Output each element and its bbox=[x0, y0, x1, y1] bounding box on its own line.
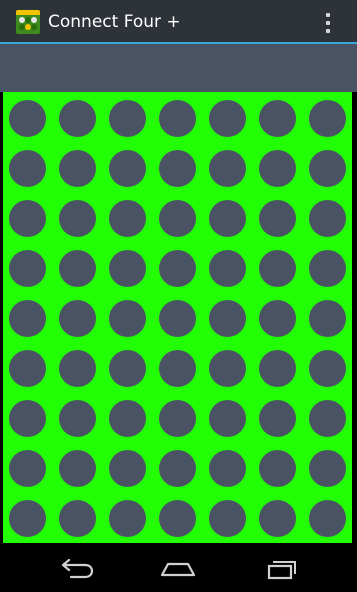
board-slot[interactable] bbox=[109, 100, 146, 137]
board-slot[interactable] bbox=[159, 300, 196, 337]
board-slot[interactable] bbox=[159, 100, 196, 137]
board-slot[interactable] bbox=[159, 350, 196, 387]
board-slot[interactable] bbox=[309, 150, 346, 187]
board-slot[interactable] bbox=[209, 150, 246, 187]
recent-apps-icon[interactable] bbox=[262, 553, 302, 585]
board-slot[interactable] bbox=[259, 400, 296, 437]
board-slot[interactable] bbox=[159, 450, 196, 487]
board-slot[interactable] bbox=[59, 200, 96, 237]
board-slot[interactable] bbox=[9, 350, 46, 387]
board-slot[interactable] bbox=[309, 350, 346, 387]
board-slot[interactable] bbox=[209, 450, 246, 487]
board-slot[interactable] bbox=[109, 150, 146, 187]
board-slot[interactable] bbox=[209, 500, 246, 537]
connect-four-app-icon bbox=[16, 10, 40, 34]
board-slot[interactable] bbox=[109, 250, 146, 287]
board-slot[interactable] bbox=[159, 500, 196, 537]
board-slot[interactable] bbox=[159, 250, 196, 287]
board-slot[interactable] bbox=[309, 250, 346, 287]
phone-screen: Connect Four + bbox=[0, 0, 357, 592]
board-slot[interactable] bbox=[159, 200, 196, 237]
board-slot[interactable] bbox=[9, 400, 46, 437]
overflow-menu-icon[interactable] bbox=[318, 10, 338, 36]
board-slot[interactable] bbox=[59, 250, 96, 287]
board-slot[interactable] bbox=[9, 250, 46, 287]
board-slot[interactable] bbox=[109, 400, 146, 437]
board-slot[interactable] bbox=[9, 500, 46, 537]
board-slot[interactable] bbox=[59, 500, 96, 537]
board-slot[interactable] bbox=[309, 100, 346, 137]
board-slot[interactable] bbox=[259, 250, 296, 287]
action-bar: Connect Four + bbox=[0, 0, 357, 44]
board-slot[interactable] bbox=[9, 450, 46, 487]
board-slot[interactable] bbox=[109, 300, 146, 337]
board-slot[interactable] bbox=[59, 150, 96, 187]
board-slot[interactable] bbox=[259, 300, 296, 337]
app-title: Connect Four + bbox=[48, 12, 181, 32]
board-slot[interactable] bbox=[209, 400, 246, 437]
board-slot[interactable] bbox=[159, 400, 196, 437]
board-slot[interactable] bbox=[209, 350, 246, 387]
board-slot[interactable] bbox=[309, 500, 346, 537]
board-slot[interactable] bbox=[9, 200, 46, 237]
toolbar-strip bbox=[0, 44, 357, 92]
board-slot[interactable] bbox=[309, 450, 346, 487]
board-slot[interactable] bbox=[209, 300, 246, 337]
board-slot[interactable] bbox=[9, 150, 46, 187]
board-slot[interactable] bbox=[159, 150, 196, 187]
board-slot[interactable] bbox=[59, 100, 96, 137]
board-slot[interactable] bbox=[259, 500, 296, 537]
board-slot[interactable] bbox=[9, 300, 46, 337]
board-slot[interactable] bbox=[109, 450, 146, 487]
home-icon[interactable] bbox=[158, 553, 198, 585]
board-slot[interactable] bbox=[259, 200, 296, 237]
game-board bbox=[3, 92, 352, 543]
board-slot[interactable] bbox=[59, 400, 96, 437]
board-slot[interactable] bbox=[109, 200, 146, 237]
navigation-bar bbox=[0, 545, 357, 592]
board-slot[interactable] bbox=[209, 250, 246, 287]
board-slot[interactable] bbox=[259, 450, 296, 487]
board-slot[interactable] bbox=[309, 200, 346, 237]
board-slot[interactable] bbox=[259, 350, 296, 387]
board-slot[interactable] bbox=[59, 300, 96, 337]
board-slot[interactable] bbox=[209, 200, 246, 237]
board-slot[interactable] bbox=[309, 400, 346, 437]
board-slot[interactable] bbox=[209, 100, 246, 137]
board-slot[interactable] bbox=[259, 100, 296, 137]
board-slot[interactable] bbox=[59, 450, 96, 487]
board-slot[interactable] bbox=[9, 100, 46, 137]
back-icon[interactable] bbox=[57, 553, 97, 585]
board-slot[interactable] bbox=[259, 150, 296, 187]
board-slot[interactable] bbox=[59, 350, 96, 387]
board-slot[interactable] bbox=[309, 300, 346, 337]
board-slot[interactable] bbox=[109, 500, 146, 537]
board-slot[interactable] bbox=[109, 350, 146, 387]
